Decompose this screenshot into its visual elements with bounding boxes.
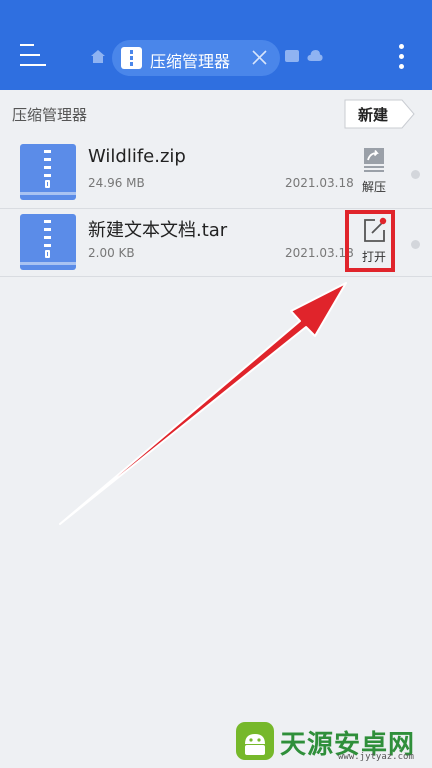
- android-logo-icon: [236, 722, 274, 760]
- watermark: 天源安卓网 www.jytyaz.com: [228, 718, 428, 764]
- watermark-url: www.jytyaz.com: [338, 752, 414, 762]
- pointer-arrow-annotation: [59, 282, 347, 525]
